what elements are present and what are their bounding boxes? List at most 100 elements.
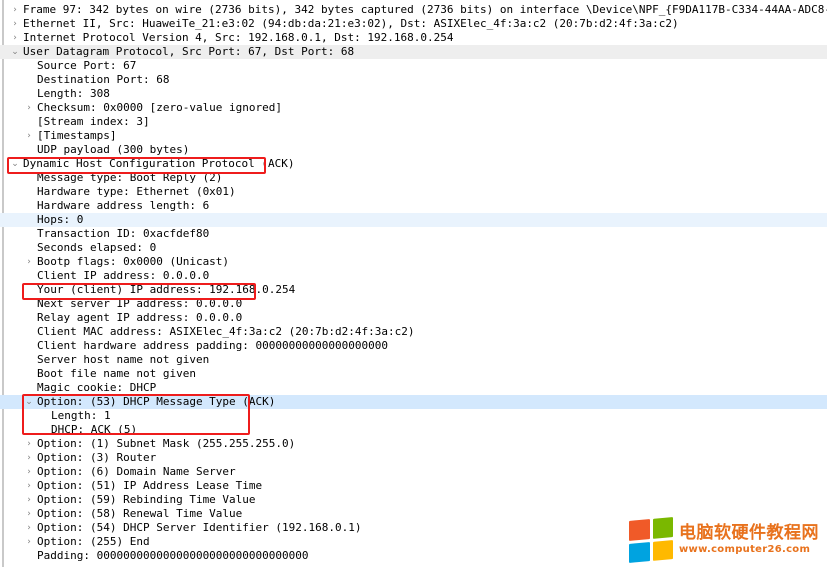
tree-row[interactable]: Option: (1) Subnet Mask (255.255.255.0) <box>0 437 827 451</box>
tree-row[interactable]: Option: (6) Domain Name Server <box>0 465 827 479</box>
tree-row-label: Option: (58) Renewal Time Value <box>37 507 243 520</box>
tree-row[interactable]: Frame 97: 342 bytes on wire (2736 bits),… <box>0 3 827 17</box>
chevron-down-icon[interactable] <box>24 395 34 409</box>
tree-row[interactable]: Magic cookie: DHCP <box>0 381 827 395</box>
tree-row-label: Option: (255) End <box>37 535 150 548</box>
protocol-tree[interactable]: Frame 97: 342 bytes on wire (2736 bits),… <box>0 3 827 563</box>
chevron-right-icon[interactable] <box>24 451 34 465</box>
chevron-right-icon[interactable] <box>24 465 34 479</box>
tree-row-label: [Stream index: 3] <box>37 115 150 128</box>
tree-row-label: Magic cookie: DHCP <box>37 381 157 394</box>
tree-row-label: Option: (1) Subnet Mask (255.255.255.0) <box>37 437 296 450</box>
tree-row-label: Option: (54) DHCP Server Identifier (192… <box>37 521 362 534</box>
chevron-right-icon[interactable] <box>24 101 34 115</box>
chevron-right-icon[interactable] <box>24 507 34 521</box>
tree-row[interactable]: Length: 1 <box>0 409 827 423</box>
tree-row-label: Option: (3) Router <box>37 451 157 464</box>
tree-row[interactable]: Message type: Boot Reply (2) <box>0 171 827 185</box>
watermark-title: 电脑软硬件教程网 <box>679 523 819 544</box>
tree-row-label: UDP payload (300 bytes) <box>37 143 190 156</box>
logo-tile-bottom-left <box>629 541 650 563</box>
tree-row[interactable]: Client MAC address: ASIXElec_4f:3a:c2 (2… <box>0 325 827 339</box>
tree-row-label: Seconds elapsed: 0 <box>37 241 157 254</box>
tree-row[interactable]: Hops: 0 <box>0 213 827 227</box>
tree-row-label: DHCP: ACK (5) <box>51 423 138 436</box>
tree-row[interactable]: Server host name not given <box>0 353 827 367</box>
tree-row-label: Bootp flags: 0x0000 (Unicast) <box>37 255 230 268</box>
tree-row-label: Frame 97: 342 bytes on wire (2736 bits),… <box>23 3 827 16</box>
tree-row[interactable]: Client IP address: 0.0.0.0 <box>0 269 827 283</box>
tree-row[interactable]: UDP payload (300 bytes) <box>0 143 827 157</box>
tree-row[interactable]: [Timestamps] <box>0 129 827 143</box>
tree-row-label: Padding: 0000000000000000000000000000000… <box>37 549 309 562</box>
tree-row[interactable]: Checksum: 0x0000 [zero-value ignored] <box>0 101 827 115</box>
tree-row[interactable]: Option: (3) Router <box>0 451 827 465</box>
logo-tile-top-left <box>629 519 650 541</box>
tree-row-label: Dynamic Host Configuration Protocol (ACK… <box>23 157 295 170</box>
tree-row-label: Length: 308 <box>37 87 110 100</box>
tree-row-label: Your (client) IP address: 192.168.0.254 <box>37 283 296 296</box>
chevron-right-icon[interactable] <box>24 129 34 143</box>
tree-row-label: Hardware address length: 6 <box>37 199 210 212</box>
tree-row[interactable]: Length: 308 <box>0 87 827 101</box>
tree-row[interactable]: Ethernet II, Src: HuaweiTe_21:e3:02 (94:… <box>0 17 827 31</box>
tree-row-label: Checksum: 0x0000 [zero-value ignored] <box>37 101 283 114</box>
tree-row[interactable]: Source Port: 67 <box>0 59 827 73</box>
site-watermark: 电脑软硬件教程网 www.computer26.com <box>629 517 819 563</box>
tree-row-label: Client IP address: 0.0.0.0 <box>37 269 210 282</box>
tree-row-label: Ethernet II, Src: HuaweiTe_21:e3:02 (94:… <box>23 17 679 30</box>
tree-row-label: Hardware type: Ethernet (0x01) <box>37 185 236 198</box>
chevron-right-icon[interactable] <box>24 437 34 451</box>
chevron-right-icon[interactable] <box>24 493 34 507</box>
tree-row[interactable]: Boot file name not given <box>0 367 827 381</box>
chevron-right-icon[interactable] <box>24 479 34 493</box>
watermark-text: 电脑软硬件教程网 www.computer26.com <box>679 524 819 555</box>
tree-row-label: Message type: Boot Reply (2) <box>37 171 223 184</box>
tree-row[interactable]: DHCP: ACK (5) <box>0 423 827 437</box>
tree-row-label: Option: (53) DHCP Message Type (ACK) <box>37 395 276 408</box>
chevron-right-icon[interactable] <box>10 31 20 45</box>
tree-row[interactable]: Next server IP address: 0.0.0.0 <box>0 297 827 311</box>
chevron-right-icon[interactable] <box>24 255 34 269</box>
tree-row[interactable]: Hardware type: Ethernet (0x01) <box>0 185 827 199</box>
tree-row-label: Length: 1 <box>51 409 111 422</box>
windows-logo-icon <box>629 517 673 563</box>
tree-row-label: Next server IP address: 0.0.0.0 <box>37 297 243 310</box>
chevron-right-icon[interactable] <box>24 535 34 549</box>
tree-row-label: Client MAC address: ASIXElec_4f:3a:c2 (2… <box>37 325 415 338</box>
tree-row-label: Boot file name not given <box>37 367 196 380</box>
tree-row[interactable]: Your (client) IP address: 192.168.0.254 <box>0 283 827 297</box>
packet-details-pane[interactable]: Frame 97: 342 bytes on wire (2736 bits),… <box>0 0 827 567</box>
chevron-right-icon[interactable] <box>24 521 34 535</box>
tree-row[interactable]: User Datagram Protocol, Src Port: 67, Ds… <box>0 45 827 59</box>
tree-row[interactable]: Hardware address length: 6 <box>0 199 827 213</box>
logo-tile-bottom-right <box>652 539 673 561</box>
tree-row[interactable]: Relay agent IP address: 0.0.0.0 <box>0 311 827 325</box>
tree-row[interactable]: Option: (51) IP Address Lease Time <box>0 479 827 493</box>
tree-row-label: User Datagram Protocol, Src Port: 67, Ds… <box>23 45 355 58</box>
tree-row-label: Source Port: 67 <box>37 59 137 72</box>
chevron-down-icon[interactable] <box>10 45 20 59</box>
tree-row-label: Destination Port: 68 <box>37 73 170 86</box>
tree-row-label: Option: (59) Rebinding Time Value <box>37 493 256 506</box>
watermark-url: www.computer26.com <box>679 544 811 556</box>
tree-row-label: Option: (51) IP Address Lease Time <box>37 479 263 492</box>
tree-row[interactable]: Option: (53) DHCP Message Type (ACK) <box>0 395 827 409</box>
chevron-down-icon[interactable] <box>10 157 20 171</box>
logo-tile-top-right <box>652 517 673 539</box>
tree-row-label: Internet Protocol Version 4, Src: 192.16… <box>23 31 454 44</box>
tree-row[interactable]: Destination Port: 68 <box>0 73 827 87</box>
tree-row-label: [Timestamps] <box>37 129 117 142</box>
tree-row-label: Option: (6) Domain Name Server <box>37 465 236 478</box>
chevron-right-icon[interactable] <box>10 17 20 31</box>
tree-row[interactable]: Dynamic Host Configuration Protocol (ACK… <box>0 157 827 171</box>
tree-row[interactable]: Option: (59) Rebinding Time Value <box>0 493 827 507</box>
tree-row[interactable]: Bootp flags: 0x0000 (Unicast) <box>0 255 827 269</box>
tree-row[interactable]: Client hardware address padding: 0000000… <box>0 339 827 353</box>
tree-row[interactable]: Seconds elapsed: 0 <box>0 241 827 255</box>
chevron-right-icon[interactable] <box>10 3 20 17</box>
tree-row[interactable]: Internet Protocol Version 4, Src: 192.16… <box>0 31 827 45</box>
tree-row-label: Transaction ID: 0xacfdef80 <box>37 227 210 240</box>
tree-row[interactable]: [Stream index: 3] <box>0 115 827 129</box>
tree-row[interactable]: Transaction ID: 0xacfdef80 <box>0 227 827 241</box>
